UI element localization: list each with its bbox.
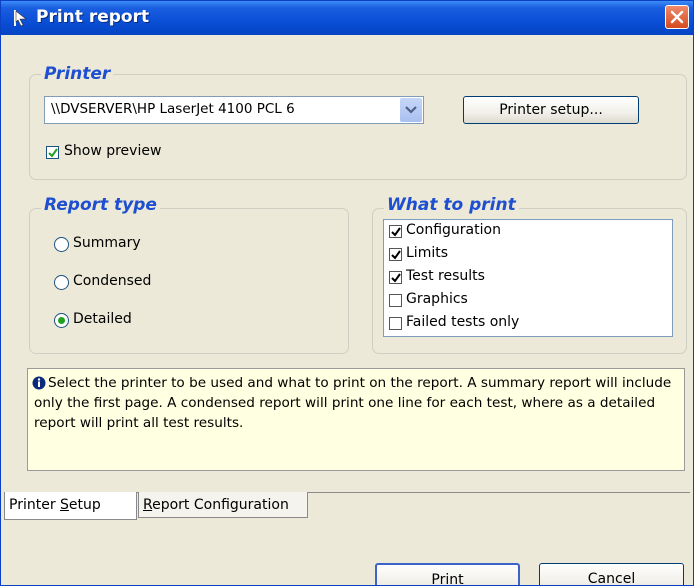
test-results-checkbox[interactable]	[389, 271, 402, 284]
radio-detailed[interactable]	[54, 313, 69, 328]
tab-printer-setup-label: Printer Setup	[9, 497, 101, 513]
test-results-label: Test results	[406, 268, 485, 284]
dialog-body: Printer \\DVSERVER\HP LaserJet 4100 PCL …	[4, 36, 690, 585]
show-preview-label[interactable]: Show preview	[64, 143, 161, 159]
failed-tests-only-checkbox[interactable]	[389, 317, 402, 330]
window-title: Print report	[36, 7, 150, 27]
cancel-button-label: Cancel	[587, 571, 636, 586]
printer-setup-button[interactable]: Printer setup...	[463, 96, 639, 124]
radio-summary[interactable]	[54, 237, 69, 252]
tab-report-configuration-label: Report Configuration	[143, 497, 289, 513]
show-preview-checkbox[interactable]	[46, 146, 59, 159]
configuration-label: Configuration	[406, 222, 501, 238]
printer-dropdown-button[interactable]	[400, 98, 422, 122]
radio-summary-label[interactable]: Summary	[73, 235, 141, 251]
close-icon	[670, 10, 684, 24]
tab-report-configuration[interactable]: Report Configuration	[138, 492, 308, 518]
printer-select[interactable]: \\DVSERVER\HP LaserJet 4100 PCL 6	[44, 96, 424, 124]
close-button[interactable]	[665, 5, 689, 29]
configuration-checkbox[interactable]	[389, 225, 402, 238]
print-button[interactable]: Print	[375, 563, 520, 586]
title-bar[interactable]: Print report	[1, 1, 693, 35]
limits-label: Limits	[406, 245, 448, 261]
limits-checkbox[interactable]	[389, 248, 402, 261]
tab-printer-setup-text: Printer Setup	[9, 497, 101, 513]
flag-cursor-icon	[14, 10, 27, 27]
info-panel: Select the printer to be used and what t…	[27, 368, 685, 471]
report-type-legend: Report type	[41, 195, 160, 215]
chevron-down-icon	[405, 106, 417, 114]
graphics-checkbox[interactable]	[389, 294, 402, 307]
failed-tests-only-label: Failed tests only	[406, 314, 520, 330]
printer-group	[29, 74, 687, 180]
tab-report-configuration-text: Report Configuration	[143, 497, 289, 513]
printer-setup-button-label: Printer setup...	[499, 102, 603, 118]
print-button-label: Print	[431, 572, 464, 586]
checkmark-icon	[391, 250, 401, 260]
radio-selected-dot	[58, 317, 65, 324]
checkmark-icon	[391, 227, 401, 237]
radio-condensed[interactable]	[54, 275, 69, 290]
checkmark-icon	[48, 148, 58, 158]
what-to-print-legend: What to print	[384, 195, 519, 215]
graphics-label: Graphics	[406, 291, 468, 307]
cancel-button[interactable]: Cancel	[539, 563, 684, 586]
info-text: Select the printer to be used and what t…	[34, 375, 672, 431]
printer-group-legend: Printer	[41, 64, 114, 84]
radio-condensed-label[interactable]: Condensed	[73, 273, 151, 289]
print-report-dialog: Print report Printer \\DVSERVER\HP Laser…	[0, 0, 694, 586]
what-to-print-list[interactable]: Configuration Limits Test results Graphi…	[383, 219, 673, 337]
tab-printer-setup[interactable]: Printer Setup	[4, 492, 137, 520]
radio-detailed-label[interactable]: Detailed	[73, 311, 132, 327]
checkmark-icon	[391, 273, 401, 283]
printer-select-value: \\DVSERVER\HP LaserJet 4100 PCL 6	[51, 101, 295, 117]
